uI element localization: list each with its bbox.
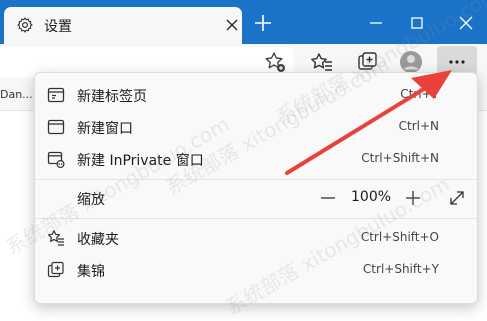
- tab-title: 设置: [44, 19, 72, 35]
- menu-item-label: 新建标签页: [77, 89, 147, 105]
- close-icon[interactable]: [222, 15, 242, 35]
- gear-icon: [17, 17, 33, 33]
- settings-menu: 新建标签页 Ctrl+T 新建窗口 Ctrl+N 新建 InPrivate 窗口…: [34, 72, 478, 304]
- title-bar: 设置: [0, 0, 487, 44]
- favorites-icon: [47, 230, 64, 246]
- menu-item-zoom: 缩放 100%: [35, 182, 477, 214]
- menu-item-favorites[interactable]: 收藏夹 Ctrl+Shift+O: [35, 222, 477, 254]
- window-close-icon[interactable]: [454, 11, 478, 35]
- favorites-bar-item[interactable]: Dan...: [0, 88, 33, 101]
- menu-item-label: 新建窗口: [77, 121, 133, 137]
- menu-item-label: 收藏夹: [77, 232, 119, 248]
- zoom-out-icon[interactable]: [317, 187, 339, 209]
- menu-item-shortcut: Ctrl+Shift+Y: [362, 262, 439, 276]
- menu-item-shortcut: Ctrl+Shift+O: [360, 230, 439, 244]
- zoom-label: 缩放: [77, 192, 105, 208]
- menu-item-label: 新建 InPrivate 窗口: [77, 153, 204, 169]
- fullscreen-icon[interactable]: [446, 187, 468, 209]
- menu-item-shortcut: Ctrl+N: [398, 119, 439, 133]
- add-favorite-icon[interactable]: [263, 50, 287, 74]
- collections-toolbar-icon[interactable]: [355, 50, 379, 74]
- profile-avatar-icon[interactable]: [399, 50, 423, 74]
- menu-item-new-window[interactable]: 新建窗口 Ctrl+N: [35, 111, 477, 143]
- minimize-icon[interactable]: [364, 11, 388, 35]
- menu-item-shortcut: Ctrl+Shift+N: [361, 151, 439, 165]
- new-tab-icon: [47, 87, 65, 103]
- tab-settings[interactable]: 设置: [4, 7, 242, 44]
- favorites-bar-icon[interactable]: [310, 50, 334, 74]
- collections-icon: [47, 261, 64, 278]
- new-window-icon: [47, 119, 65, 135]
- menu-item-shortcut: Ctrl+T: [400, 87, 439, 101]
- menu-item-new-inprivate-window[interactable]: 新建 InPrivate 窗口 Ctrl+Shift+N: [35, 143, 477, 175]
- menu-item-new-tab[interactable]: 新建标签页 Ctrl+T: [35, 79, 477, 111]
- zoom-value: 100%: [351, 189, 392, 205]
- ellipsis-icon: [449, 60, 465, 64]
- menu-divider: [35, 179, 477, 180]
- menu-item-label: 集锦: [77, 264, 105, 280]
- maximize-icon[interactable]: [405, 11, 429, 35]
- inprivate-icon: [47, 151, 65, 168]
- menu-divider: [35, 218, 477, 219]
- new-tab-plus-icon[interactable]: [252, 12, 274, 34]
- menu-item-collections[interactable]: 集锦 Ctrl+Shift+Y: [35, 254, 477, 286]
- zoom-in-icon[interactable]: [402, 187, 424, 209]
